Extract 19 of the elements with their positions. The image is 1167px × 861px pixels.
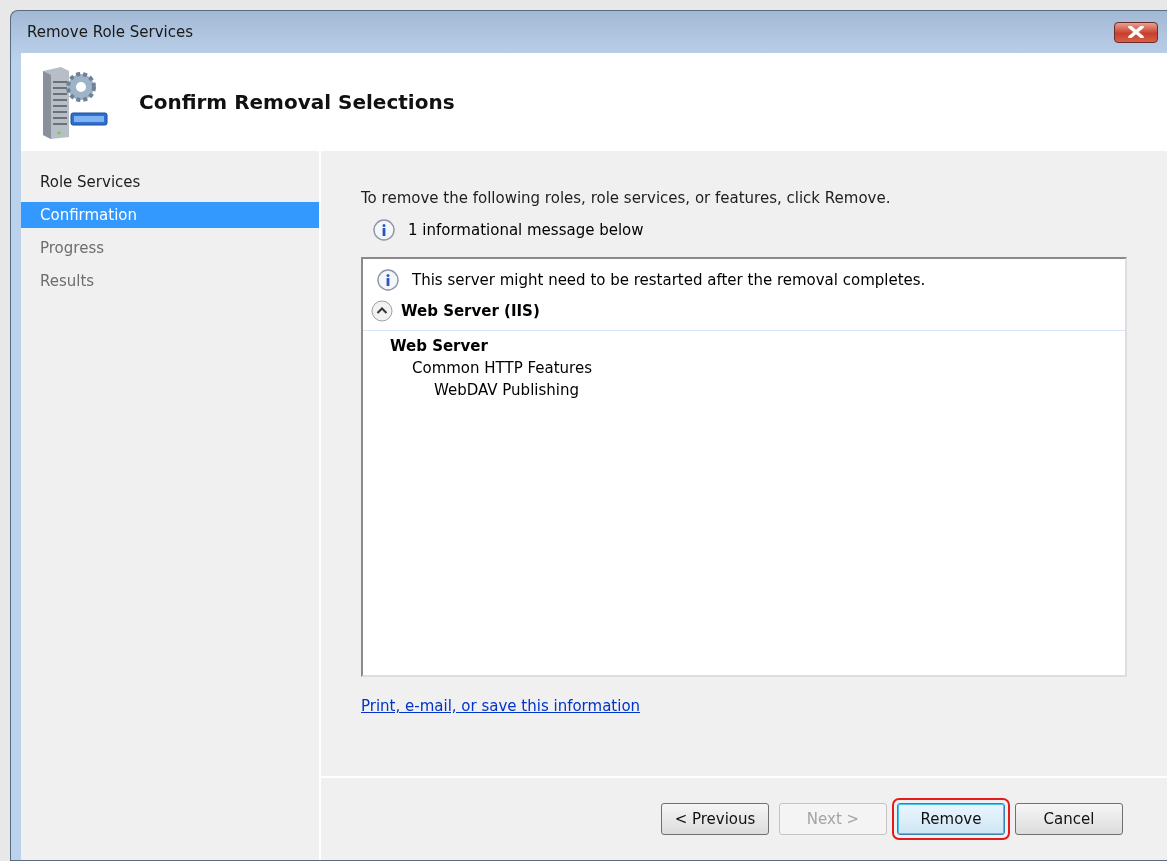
info-message: This server might need to be restarted after the removal completes. (412, 271, 926, 289)
close-button[interactable] (1114, 21, 1158, 43)
tree-item: Web Server (390, 336, 489, 357)
page-heading: Confirm Removal Selections (139, 90, 455, 114)
section-title: Web Server (IIS) (401, 302, 540, 320)
save-info-link[interactable]: Print, e-mail, or save this information (361, 697, 641, 715)
step-item[interactable]: Role Services (21, 169, 319, 195)
dialog-button[interactable]: Cancel (1015, 803, 1123, 835)
window-title: Remove Role Services (27, 23, 193, 41)
close-icon (1127, 26, 1145, 38)
collapse-icon[interactable] (371, 300, 393, 322)
dialog-button[interactable]: < Previous (661, 803, 769, 835)
info-icon (373, 219, 395, 241)
tree-item: WebDAV Publishing (434, 380, 580, 401)
tree-item: Common HTTP Features (412, 358, 593, 379)
dialog-button[interactable]: Remove (897, 803, 1005, 835)
info-icon (377, 269, 399, 291)
message-summary: 1 informational message below (408, 221, 644, 239)
instruction-text: To remove the following roles, role services, or features, click Remove. (361, 189, 892, 207)
